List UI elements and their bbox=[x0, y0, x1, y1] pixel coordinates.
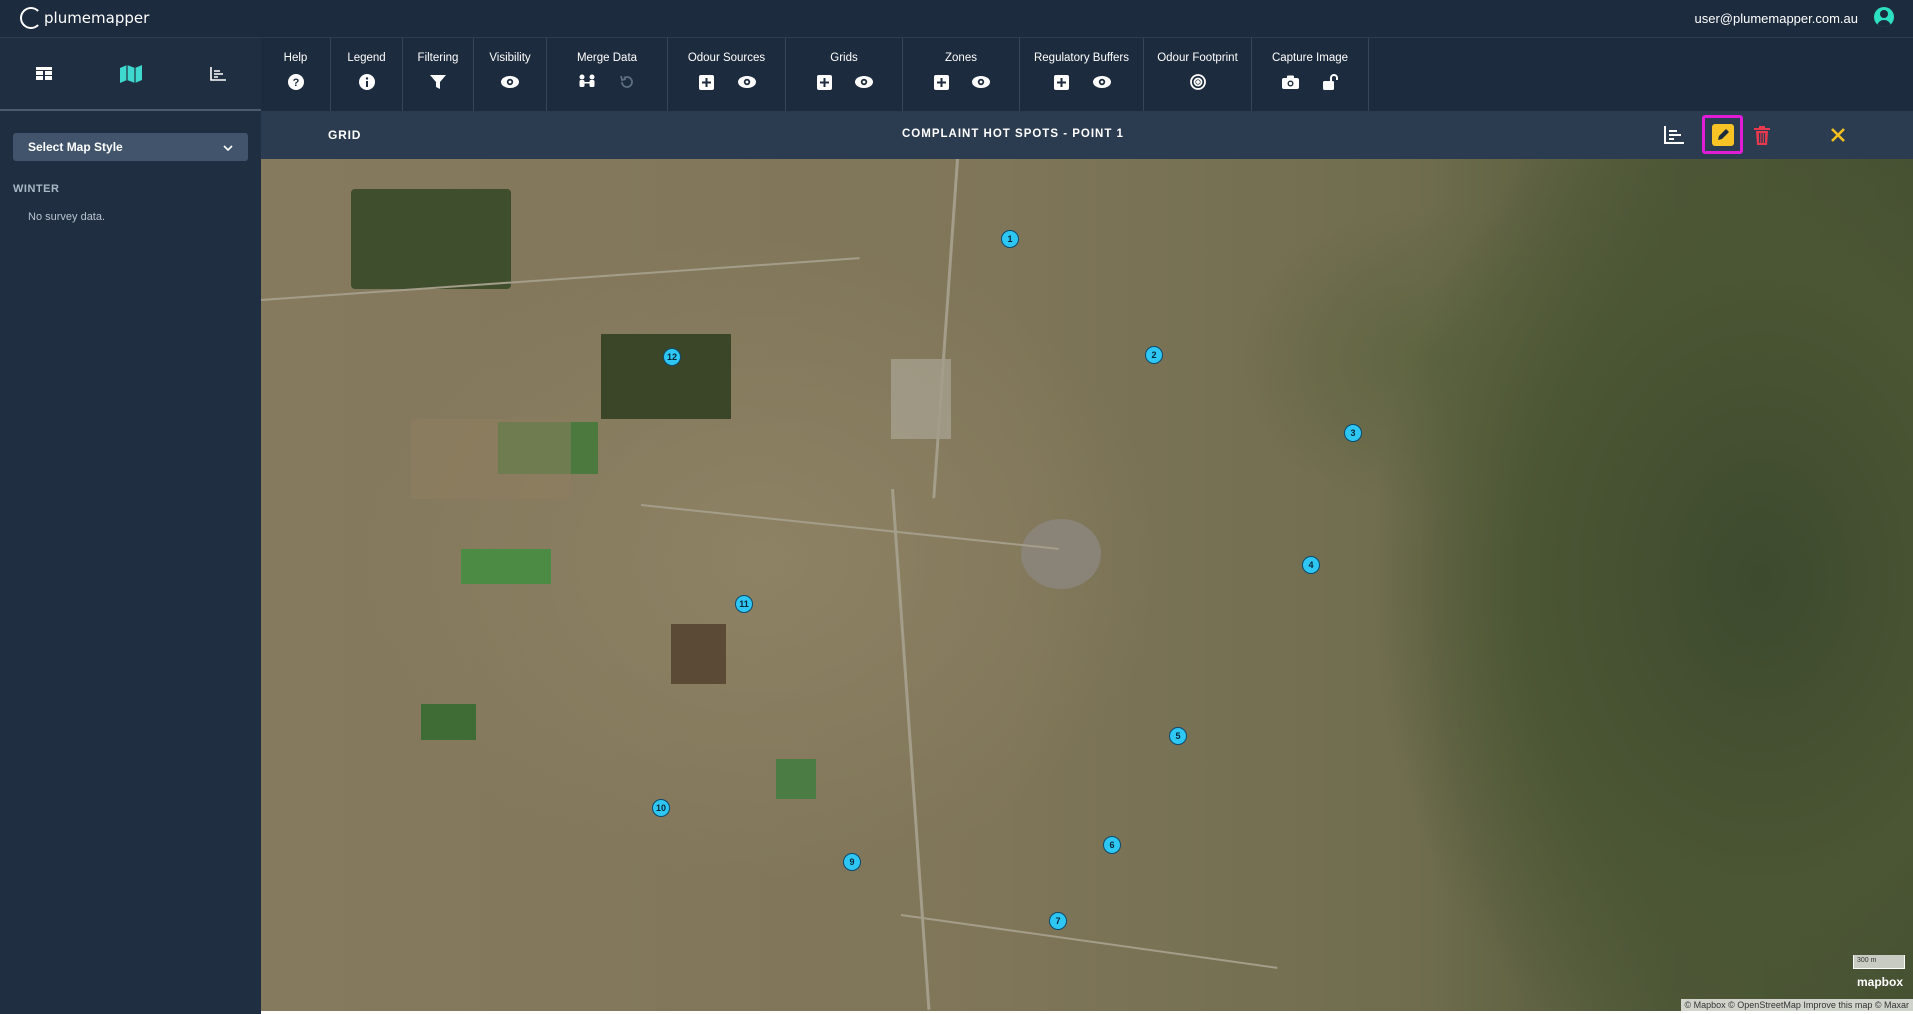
hotspot-marker[interactable]: 9 bbox=[843, 853, 861, 871]
chart-icon bbox=[209, 66, 226, 81]
hotspot-marker[interactable]: 2 bbox=[1145, 346, 1163, 364]
toolbar-odour-sources: Odour Sources bbox=[668, 38, 786, 111]
target-icon[interactable] bbox=[1189, 73, 1207, 91]
toolbar-grids: Grids bbox=[786, 38, 903, 111]
filter-icon[interactable] bbox=[429, 73, 447, 91]
user-email[interactable]: user@plumemapper.com.au bbox=[1695, 11, 1859, 26]
grid-header-bar: GRID COMPLAINT HOT SPOTS - POINT 1 bbox=[261, 111, 1913, 159]
grids-label: Grids bbox=[830, 52, 858, 64]
delete-button[interactable] bbox=[1747, 121, 1777, 149]
map-road bbox=[891, 488, 931, 1010]
logo-icon bbox=[20, 7, 42, 29]
info-icon[interactable] bbox=[358, 73, 376, 91]
map-field bbox=[671, 624, 726, 684]
grid-title: COMPLAINT HOT SPOTS - POINT 1 bbox=[902, 128, 1124, 140]
toolbar-filtering: Filtering bbox=[403, 38, 474, 111]
survey-message: No survey data. bbox=[28, 211, 106, 223]
hotspot-marker[interactable]: 12 bbox=[663, 348, 681, 366]
add-square-icon[interactable] bbox=[815, 73, 833, 91]
hotspot-marker[interactable]: 3 bbox=[1344, 424, 1362, 442]
sidebar: Select Map Style WINTER No survey data. bbox=[0, 38, 261, 1014]
help-icon[interactable]: ? bbox=[287, 73, 305, 91]
map-scale: 300 m bbox=[1853, 955, 1905, 969]
map-field bbox=[351, 189, 511, 289]
map-road bbox=[932, 159, 959, 499]
map-field bbox=[776, 759, 816, 799]
camera-icon[interactable] bbox=[1281, 73, 1299, 91]
merge-people-icon[interactable] bbox=[578, 73, 596, 91]
sidebar-tabs bbox=[0, 38, 261, 111]
zones-label: Zones bbox=[945, 52, 977, 64]
edit-button[interactable] bbox=[1702, 115, 1743, 154]
capture-image-label: Capture Image bbox=[1271, 52, 1349, 64]
toolbar-regulatory-buffers: Regulatory Buffers bbox=[1020, 38, 1144, 111]
table-icon bbox=[35, 66, 52, 80]
toolbar-odour-footprint: Odour Footprint bbox=[1144, 38, 1252, 111]
hotspot-marker[interactable]: 5 bbox=[1169, 727, 1187, 745]
add-square-icon[interactable] bbox=[698, 73, 716, 91]
user-avatar-icon[interactable] bbox=[1874, 7, 1894, 27]
add-square-icon[interactable] bbox=[1053, 73, 1071, 91]
help-label: Help bbox=[283, 52, 308, 64]
hotspot-marker[interactable]: 6 bbox=[1103, 836, 1121, 854]
map-road bbox=[640, 504, 1059, 550]
close-icon bbox=[1831, 128, 1845, 142]
svg-text:?: ? bbox=[292, 77, 299, 89]
hotspot-marker[interactable]: 4 bbox=[1302, 556, 1320, 574]
undo-icon[interactable] bbox=[618, 73, 636, 91]
map-field bbox=[421, 704, 476, 740]
map-field bbox=[1021, 519, 1101, 589]
top-bar: plumemapper user@plumemapper.com.au bbox=[0, 0, 1913, 38]
hotspot-marker[interactable]: 7 bbox=[1049, 912, 1067, 930]
chevron-down-icon bbox=[223, 140, 233, 154]
map-field bbox=[411, 419, 571, 499]
app-logo[interactable]: plumemapper bbox=[20, 7, 149, 29]
merge-data-label: Merge Data bbox=[576, 52, 638, 64]
map-field bbox=[461, 549, 551, 584]
toolbar-zones: Zones bbox=[903, 38, 1020, 111]
regulatory-buffers-label: Regulatory Buffers bbox=[1033, 52, 1130, 64]
map-field bbox=[601, 334, 731, 419]
eye-icon[interactable] bbox=[501, 73, 519, 91]
odour-sources-label: Odour Sources bbox=[687, 52, 766, 64]
mapbox-logo[interactable]: mapbox bbox=[1857, 975, 1903, 989]
add-square-icon[interactable] bbox=[932, 73, 950, 91]
chart-icon bbox=[1664, 126, 1684, 144]
satellite-map[interactable]: 1 2 3 4 5 6 7 9 10 11 12 300 m mapbox © … bbox=[261, 159, 1913, 1011]
map-style-label: Select Map Style bbox=[28, 140, 123, 154]
hotspot-marker[interactable]: 1 bbox=[1001, 230, 1019, 248]
hotspot-marker[interactable]: 11 bbox=[735, 595, 753, 613]
toolbar-merge-data: Merge Data bbox=[547, 38, 668, 111]
chart-button[interactable] bbox=[1659, 121, 1689, 149]
trash-icon bbox=[1754, 125, 1770, 145]
eye-icon[interactable] bbox=[972, 73, 990, 91]
toolbar-help: Help ? bbox=[261, 38, 331, 111]
season-heading: WINTER bbox=[13, 183, 60, 195]
tab-chart[interactable] bbox=[174, 38, 261, 109]
hotspot-marker[interactable]: 10 bbox=[652, 799, 670, 817]
toolbar-visibility: Visibility bbox=[474, 38, 547, 111]
logo-text: plumemapper bbox=[44, 9, 150, 27]
map-style-select[interactable]: Select Map Style bbox=[13, 133, 248, 161]
close-button[interactable] bbox=[1823, 121, 1853, 149]
grid-label: GRID bbox=[328, 128, 362, 142]
toolbar: Help ? Legend Filtering Visibility Merge… bbox=[261, 38, 1913, 111]
tab-map[interactable] bbox=[87, 38, 174, 109]
unlock-icon[interactable] bbox=[1321, 73, 1339, 91]
visibility-label: Visibility bbox=[489, 52, 531, 64]
map-icon bbox=[119, 64, 142, 83]
filtering-label: Filtering bbox=[417, 52, 459, 64]
eye-icon[interactable] bbox=[737, 73, 756, 91]
map-road bbox=[900, 914, 1278, 969]
toolbar-capture-image: Capture Image bbox=[1252, 38, 1369, 111]
eye-icon[interactable] bbox=[1092, 73, 1111, 91]
map-attribution[interactable]: © Mapbox © OpenStreetMap Improve this ma… bbox=[1680, 999, 1913, 1011]
pencil-icon bbox=[1717, 128, 1729, 140]
eye-icon[interactable] bbox=[855, 73, 873, 91]
tab-table[interactable] bbox=[0, 38, 87, 109]
legend-label: Legend bbox=[347, 52, 386, 64]
odour-footprint-label: Odour Footprint bbox=[1157, 52, 1238, 64]
toolbar-legend: Legend bbox=[331, 38, 403, 111]
